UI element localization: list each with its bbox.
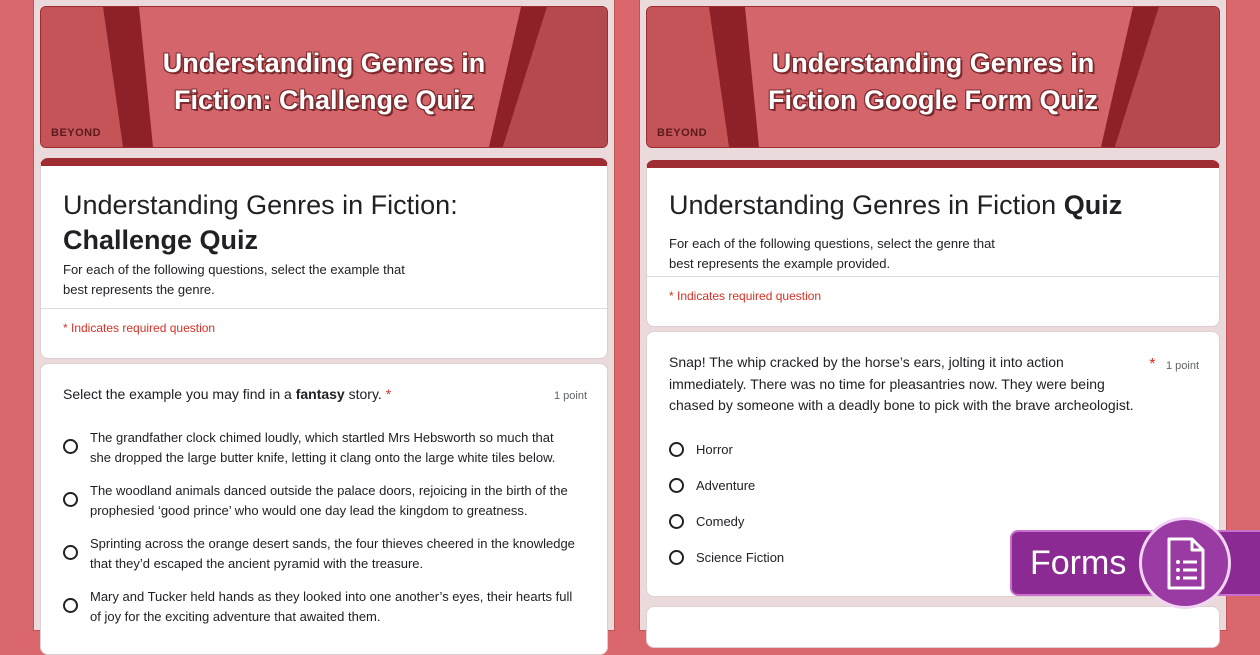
option-label: Sprinting across the orange desert sands… bbox=[90, 536, 575, 571]
next-question-card bbox=[646, 606, 1220, 648]
option-label: Comedy bbox=[696, 514, 745, 529]
question-text: Select the example you may find in a fan… bbox=[63, 386, 392, 402]
answer-option[interactable]: Mary and Tucker held hands as they looke… bbox=[63, 587, 572, 626]
option-label: Science Fiction bbox=[696, 550, 785, 565]
answer-option[interactable]: The grandfather clock chimed loudly, whi… bbox=[63, 428, 555, 467]
answer-option[interactable]: Sprinting across the orange desert sands… bbox=[63, 534, 575, 573]
required-star: * bbox=[385, 386, 392, 402]
right-header-banner: Understanding Genres in Fiction Google F… bbox=[646, 6, 1220, 148]
required-star: * bbox=[1149, 356, 1156, 373]
radio-button[interactable] bbox=[669, 442, 684, 457]
left-header-banner: Understanding Genres in Fiction: Challen… bbox=[40, 6, 608, 148]
radio-button[interactable] bbox=[63, 545, 78, 560]
question-points: 1 point bbox=[1165, 360, 1199, 372]
option-label: The woodland animals danced outside the … bbox=[90, 483, 568, 518]
question-text: Snap! The whip cracked by the horse’s ea… bbox=[669, 354, 1134, 413]
radio-button[interactable] bbox=[63, 598, 78, 613]
required-note: * Indicates required question bbox=[63, 321, 216, 335]
option-label: Horror bbox=[696, 442, 733, 457]
question-meta: * 1 point bbox=[1149, 356, 1199, 374]
right-banner-title: Understanding Genres in Fiction Google F… bbox=[768, 48, 1098, 115]
google-forms-icon bbox=[1139, 517, 1231, 609]
left-form-description: For each of the following questions, sel… bbox=[63, 262, 405, 297]
divider bbox=[647, 276, 1219, 277]
radio-button[interactable] bbox=[669, 514, 684, 529]
answer-option[interactable]: The woodland animals danced outside the … bbox=[63, 481, 568, 520]
option-label: The grandfather clock chimed loudly, whi… bbox=[90, 430, 556, 465]
right-form-description: For each of the following questions, sel… bbox=[669, 236, 995, 271]
right-title-card: Understanding Genres in Fiction Quiz For… bbox=[646, 160, 1220, 327]
brand-logo: BEYOND bbox=[657, 127, 708, 139]
answer-option[interactable]: Horror bbox=[669, 440, 733, 460]
option-label: Adventure bbox=[696, 478, 756, 493]
brand-logo: BEYOND bbox=[51, 127, 102, 139]
radio-button[interactable] bbox=[669, 550, 684, 565]
document-icon bbox=[1167, 537, 1205, 590]
answer-option[interactable]: Adventure bbox=[669, 476, 755, 496]
required-note: * Indicates required question bbox=[669, 289, 822, 303]
left-form-title: Understanding Genres in Fiction: Challen… bbox=[63, 190, 458, 255]
left-title-card: Understanding Genres in Fiction: Challen… bbox=[40, 158, 608, 359]
right-form-title: Understanding Genres in Fiction Quiz bbox=[669, 190, 1123, 220]
question-points: 1 point bbox=[553, 390, 587, 402]
radio-button[interactable] bbox=[63, 492, 78, 507]
radio-button[interactable] bbox=[669, 478, 684, 493]
answer-option[interactable]: Science Fiction bbox=[669, 548, 784, 568]
forms-label: Forms bbox=[1030, 544, 1127, 582]
radio-button[interactable] bbox=[63, 439, 78, 454]
option-label: Mary and Tucker held hands as they looke… bbox=[90, 589, 573, 624]
divider bbox=[41, 308, 607, 309]
left-banner-title: Understanding Genres in Fiction: Challen… bbox=[162, 48, 486, 115]
answer-option[interactable]: Comedy bbox=[669, 512, 744, 532]
left-question-card: Select the example you may find in a fan… bbox=[40, 363, 608, 655]
left-form-column: Understanding Genres in Fiction: Challen… bbox=[34, 0, 614, 655]
